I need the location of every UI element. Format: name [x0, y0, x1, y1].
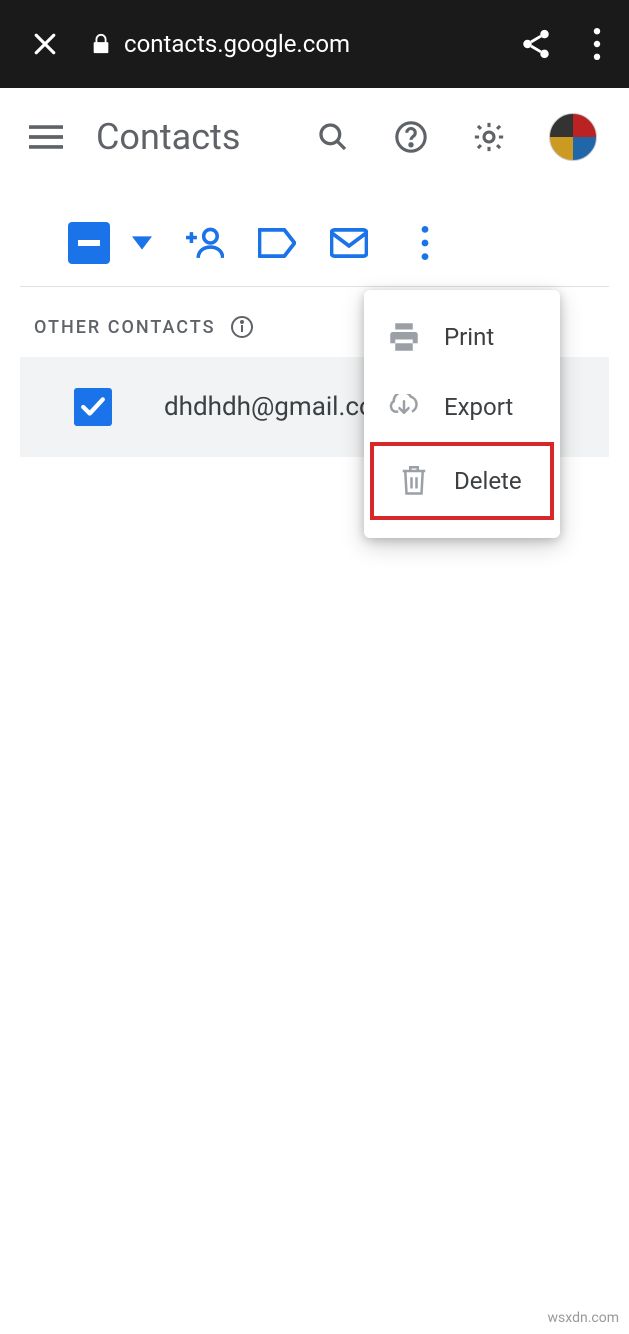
menu-item-delete[interactable]: Delete — [374, 446, 550, 516]
menu-label: Delete — [454, 467, 522, 495]
app-title: Contacts — [96, 116, 240, 158]
section-label: OTHER CONTACTS — [34, 317, 216, 338]
print-icon — [388, 323, 420, 351]
watermark: wsxdn.com — [548, 1310, 619, 1326]
info-icon[interactable] — [230, 315, 254, 339]
more-vert-icon[interactable] — [406, 224, 444, 262]
select-indeterminate-checkbox[interactable] — [68, 222, 110, 264]
context-menu: Print Export Delete — [364, 290, 560, 538]
lock-icon — [90, 31, 112, 57]
url-bar[interactable]: contacts.google.com — [90, 30, 519, 58]
chevron-down-icon[interactable] — [132, 236, 152, 250]
app-header: Contacts — [0, 88, 629, 186]
search-icon[interactable] — [315, 119, 351, 155]
highlight-box: Delete — [370, 442, 554, 520]
export-icon — [388, 394, 420, 420]
menu-icon[interactable] — [28, 119, 64, 155]
contact-checkbox[interactable] — [74, 388, 112, 426]
menu-item-print[interactable]: Print — [364, 302, 560, 372]
browser-bar: contacts.google.com — [0, 0, 629, 88]
menu-label: Print — [444, 323, 494, 351]
help-icon[interactable] — [393, 119, 429, 155]
email-icon[interactable] — [330, 224, 368, 262]
url-text: contacts.google.com — [124, 30, 350, 58]
share-icon[interactable] — [519, 27, 553, 61]
avatar[interactable] — [549, 113, 597, 161]
contact-email: dhdhdh@gmail.com — [164, 392, 397, 422]
add-contact-icon[interactable] — [186, 224, 224, 262]
browser-more-icon[interactable] — [593, 28, 601, 60]
menu-label: Export — [444, 393, 513, 421]
menu-item-export[interactable]: Export — [364, 372, 560, 442]
label-icon[interactable] — [258, 224, 296, 262]
gear-icon[interactable] — [471, 119, 507, 155]
trash-icon — [398, 466, 430, 496]
close-icon[interactable] — [28, 27, 62, 61]
selection-toolbar — [20, 222, 609, 287]
